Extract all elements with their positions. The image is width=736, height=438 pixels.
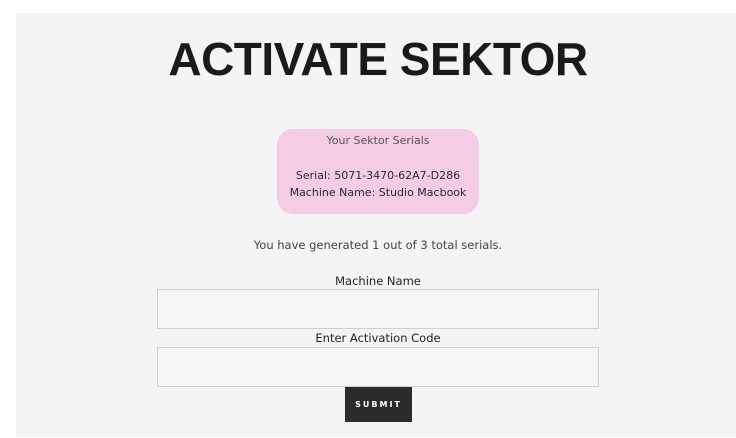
activation-code-label: Enter Activation Code: [315, 331, 441, 345]
serial-machine-name: Machine Name: Studio Macbook: [289, 186, 467, 199]
page-title: ACTIVATE SEKTOR: [168, 33, 588, 85]
serial-number: Serial: 5071-3470-62A7-D286: [295, 169, 461, 182]
machine-name-label: Machine Name: [335, 274, 421, 288]
submit-button[interactable]: SUBMIT: [345, 387, 412, 422]
serials-box-heading: Your Sektor Serials: [326, 134, 430, 147]
activation-code-input[interactable]: [157, 347, 599, 387]
machine-name-input[interactable]: [157, 289, 599, 329]
serials-box: Your Sektor Serials Serial: 5071-3470-62…: [277, 129, 479, 214]
serial-count-text: You have generated 1 out of 3 total seri…: [253, 238, 503, 252]
